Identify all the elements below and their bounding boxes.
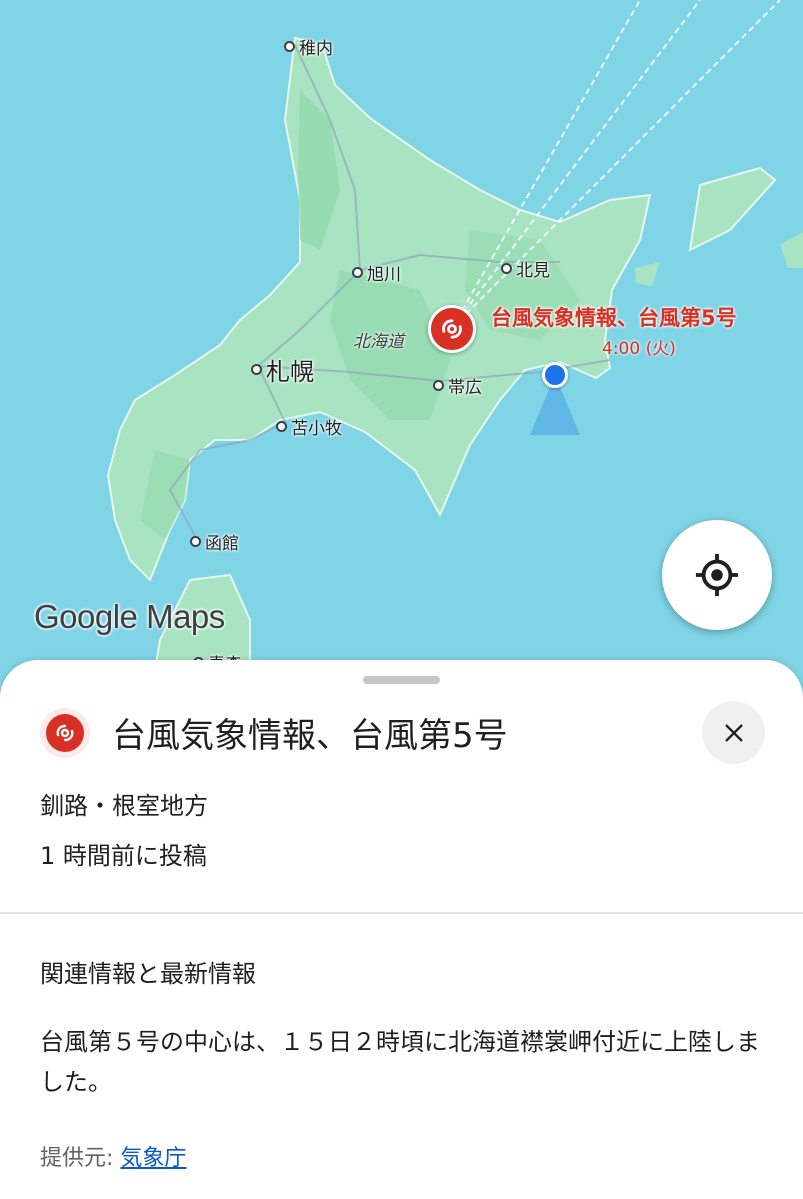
typhoon-alert-icon (40, 708, 90, 758)
city-label-hakodate[interactable]: 函館 (190, 529, 239, 554)
city-dot (190, 536, 201, 547)
city-name: 苫小牧 (291, 419, 342, 439)
region-label-hokkaido: 北海道 (353, 332, 404, 352)
city-name: 北見 (516, 261, 550, 281)
city-dot (251, 364, 262, 375)
source-link[interactable]: 気象庁 (120, 1146, 186, 1171)
city-name: 旭川 (367, 265, 401, 285)
sheet-drag-handle[interactable] (363, 676, 440, 684)
typhoon-map-label[interactable]: 台風気象情報、台風第5号 (491, 302, 737, 332)
divider (0, 912, 803, 914)
city-name: 函館 (205, 534, 239, 554)
city-name: 稚内 (299, 39, 333, 59)
current-location-dot (542, 362, 568, 388)
city-dot (284, 41, 295, 52)
city-label-kitami[interactable]: 北見 (501, 256, 550, 281)
city-dot (501, 263, 512, 274)
city-label-asahikawa[interactable]: 旭川 (352, 260, 401, 285)
city-label-tomakomai[interactable]: 苫小牧 (276, 414, 342, 439)
city-name: 札幌 (266, 358, 314, 386)
city-name: 帯広 (448, 378, 482, 398)
city-label-obihiro[interactable]: 帯広 (433, 373, 482, 398)
alert-body-text: 台風第５号の中心は、１５日２時頃に北海道襟裳岬付近に上陸しました。 (40, 1028, 760, 1096)
map-view[interactable]: 稚内 旭川 北見 札幌 帯広 苫小牧 函館 青森 北海道 台風気象情報、台風第5… (0, 0, 803, 700)
my-location-icon (695, 553, 739, 597)
posted-time: 1 時間前に投稿 (40, 842, 207, 870)
source-attribution: 提供元: 気象庁 (40, 1140, 186, 1172)
typhoon-map-time: 4:00 (火) (602, 339, 676, 359)
city-dot (276, 421, 287, 432)
typhoon-icon (56, 724, 74, 742)
city-label-wakkanai[interactable]: 稚内 (284, 34, 333, 59)
typhoon-marker[interactable] (428, 305, 476, 353)
source-label: 提供元: (40, 1146, 114, 1171)
city-dot (433, 380, 444, 391)
google-maps-logo: Google Maps (34, 598, 225, 635)
my-location-button[interactable] (662, 520, 772, 630)
city-label-sapporo[interactable]: 札幌 (251, 352, 314, 387)
alert-title: 台風気象情報、台風第5号 (112, 716, 508, 756)
related-info-heading: 関連情報と最新情報 (40, 960, 256, 988)
bottom-sheet[interactable]: 台風気象情報、台風第5号 釧路・根室地方 1 時間前に投稿 関連情報と最新情報 … (0, 660, 803, 1199)
city-dot (352, 267, 363, 278)
typhoon-icon (442, 319, 462, 339)
close-icon (724, 723, 743, 742)
close-button[interactable] (702, 701, 765, 764)
alert-region: 釧路・根室地方 (40, 792, 208, 820)
